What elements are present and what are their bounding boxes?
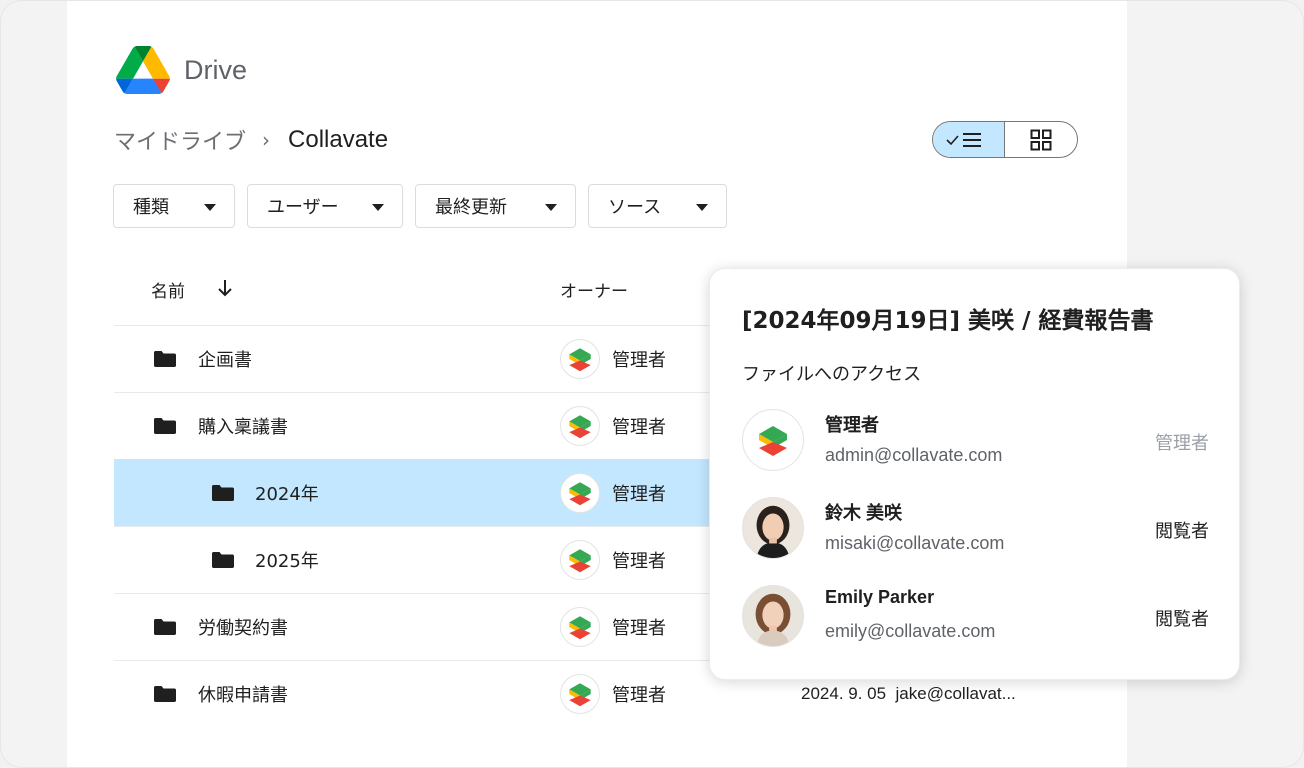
grid-view-button[interactable]: [1005, 122, 1077, 157]
person-photo-icon: [743, 586, 803, 646]
person-email: admin@collavate.com: [825, 445, 1003, 465]
folder-icon: [153, 685, 177, 707]
table-row[interactable]: 企画書 管理者: [114, 325, 734, 392]
person-role: 閲覧者: [1155, 521, 1209, 542]
arrow-down-icon[interactable]: [216, 278, 234, 298]
table-row[interactable]: 休暇申請書 管理者: [114, 660, 734, 727]
google-drive-icon: [116, 46, 170, 94]
view-toggle: [932, 121, 1078, 158]
folder-icon: [211, 551, 235, 573]
file-name[interactable]: 2024年: [255, 480, 319, 506]
access-person[interactable]: Emily Parker emily@collavate.com 閲覧者: [742, 585, 1212, 649]
filter-modified[interactable]: 最終更新: [415, 184, 576, 228]
folder-icon: [153, 618, 177, 640]
table-row[interactable]: 2024年 管理者: [114, 459, 734, 526]
owner-name: 管理者: [612, 350, 666, 371]
file-name[interactable]: 休暇申請書: [198, 681, 288, 707]
filter-modified-label: 最終更新: [435, 197, 507, 218]
breadcrumb: マイドライブ › Collavate: [114, 124, 388, 156]
file-name[interactable]: 2025年: [255, 547, 319, 573]
file-name[interactable]: 労働契約書: [198, 614, 288, 640]
user-photo-avatar: [742, 497, 804, 559]
owner-avatar: [560, 674, 600, 714]
grid-icon: [1030, 129, 1052, 150]
file-access-popover: [2024年09月19日] 美咲 / 経費報告書 ファイルへのアクセス 管理者 …: [709, 268, 1240, 680]
app-name: Drive: [184, 54, 248, 85]
file-name[interactable]: 購入稟議書: [198, 413, 288, 439]
person-role: 管理者: [1155, 433, 1209, 454]
table-row[interactable]: 労働契約書 管理者: [114, 593, 734, 660]
owner-avatar: [560, 607, 600, 647]
drive-logo[interactable]: Drive: [116, 46, 247, 94]
collavate-logo-avatar: [742, 409, 804, 471]
owner-name: 管理者: [612, 551, 666, 572]
column-header-owner[interactable]: オーナー: [560, 277, 628, 302]
file-name[interactable]: 企画書: [198, 346, 252, 372]
filter-source[interactable]: ソース: [588, 184, 727, 228]
modified-by: jake@collavat...: [895, 684, 1016, 703]
access-person[interactable]: 鈴木 美咲 misaki@collavate.com 閲覧者: [742, 497, 1212, 561]
owner-avatar: [560, 339, 600, 379]
filter-type[interactable]: 種類: [113, 184, 235, 228]
access-person[interactable]: 管理者 admin@collavate.com 管理者: [742, 409, 1212, 473]
column-header-name[interactable]: 名前: [151, 277, 185, 302]
owner-name: 管理者: [612, 417, 666, 438]
caret-down-icon: [545, 204, 557, 211]
person-photo-icon: [743, 498, 803, 558]
list-view-button[interactable]: [933, 122, 1005, 157]
table-row[interactable]: 購入稟議書 管理者: [114, 392, 734, 459]
folder-icon: [211, 484, 235, 506]
person-name: Emily Parker: [825, 587, 935, 607]
user-photo-avatar: [742, 585, 804, 647]
chevron-right-icon: ›: [262, 128, 271, 152]
owner-name: 管理者: [612, 618, 666, 639]
filter-user[interactable]: ユーザー: [247, 184, 403, 228]
folder-icon: [153, 350, 177, 372]
breadcrumb-current[interactable]: Collavate: [288, 126, 388, 154]
owner-name: 管理者: [612, 685, 666, 706]
owner-avatar: [560, 540, 600, 580]
modified-date: 2024. 9. 05: [801, 684, 887, 703]
table-row[interactable]: 2025年 管理者: [114, 526, 734, 593]
person-role: 閲覧者: [1155, 609, 1209, 630]
popover-subtitle: ファイルへのアクセス: [742, 364, 922, 385]
filter-user-label: ユーザー: [267, 197, 339, 218]
person-name: 管理者: [825, 415, 879, 435]
caret-down-icon: [696, 204, 708, 211]
person-email: misaki@collavate.com: [825, 533, 1005, 553]
collavate-logo-icon: [759, 426, 787, 456]
person-name: 鈴木 美咲: [825, 503, 903, 523]
owner-avatar: [560, 406, 600, 446]
owner-avatar: [560, 473, 600, 513]
owner-name: 管理者: [612, 484, 666, 505]
caret-down-icon: [372, 204, 384, 211]
popover-title: [2024年09月19日] 美咲 / 経費報告書: [742, 308, 1154, 334]
person-email: emily@collavate.com: [825, 621, 996, 641]
filter-type-label: 種類: [133, 197, 169, 218]
row-modified-info: 2024. 9. 05 jake@collavat...: [801, 684, 1016, 704]
breadcrumb-root[interactable]: マイドライブ: [114, 124, 246, 156]
folder-icon: [153, 417, 177, 439]
check-list-icon: [945, 132, 981, 147]
filter-source-label: ソース: [608, 197, 662, 218]
caret-down-icon: [204, 204, 216, 211]
